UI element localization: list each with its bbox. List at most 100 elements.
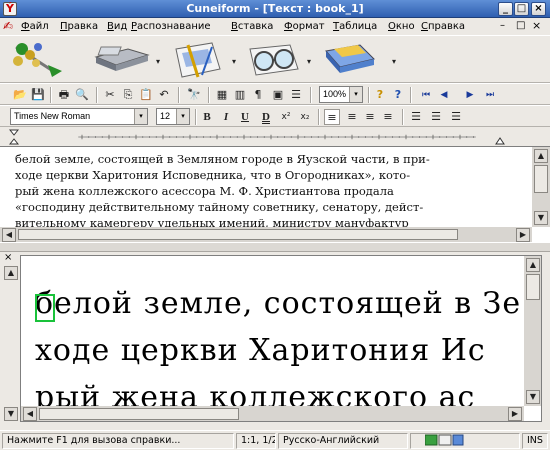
menu-file[interactable]: Файл [21, 20, 49, 33]
image-horizontal-thumb[interactable] [39, 408, 239, 420]
image-scroll-down-icon[interactable]: ▼ [526, 390, 540, 404]
recognition-toolbar: ▾ ▾ ▾ ▾ [0, 35, 550, 83]
export-dropdown-icon[interactable]: ▾ [392, 57, 396, 66]
symbol-selection-box[interactable] [35, 294, 55, 322]
font-size-value: 12 [160, 111, 171, 121]
glasses-recognize-icon[interactable] [244, 39, 304, 81]
align-center-icon[interactable]: ≡ [344, 109, 360, 125]
menu-format[interactable]: Формат [284, 20, 325, 33]
help-icon[interactable]: ? [372, 87, 388, 103]
chevron-down-icon[interactable]: ▾ [176, 109, 189, 124]
image-scroll-left-icon[interactable]: ◀ [23, 407, 37, 421]
save-icon[interactable]: 💾 [30, 87, 46, 103]
superscript-button[interactable]: x² [278, 109, 294, 125]
recognize-dropdown-icon[interactable]: ▾ [307, 57, 311, 66]
window-close-button[interactable]: × [531, 2, 546, 16]
image-pane-close-button[interactable]: × [4, 252, 12, 263]
print-preview-icon[interactable]: 🔍 [74, 87, 90, 103]
editor-line: «господину действительному тайному совет… [15, 200, 424, 214]
align-justify-icon[interactable]: ≡ [380, 109, 396, 125]
image-scroll-right-icon[interactable]: ▶ [508, 407, 522, 421]
font-name-select[interactable]: Times New Roman ▾ [10, 108, 148, 125]
window-minimize-button[interactable]: _ [498, 2, 513, 16]
menu-recognition[interactable]: Распознавание [131, 20, 211, 33]
underline-button[interactable]: U [237, 109, 253, 125]
find-icon[interactable]: 🔭 [186, 87, 202, 103]
last-page-icon[interactable]: ⏭ [482, 87, 498, 103]
image-vertical-thumb[interactable] [526, 274, 540, 300]
chevron-down-icon[interactable]: ▾ [134, 109, 147, 124]
menu-view[interactable]: Вид [107, 20, 127, 33]
toolbar-separator [96, 87, 98, 103]
align-left-icon[interactable]: ≡ [324, 109, 340, 125]
list-icon[interactable]: ☰ [408, 109, 424, 125]
frame-icon[interactable]: ▣ [270, 87, 286, 103]
context-help-icon[interactable]: ? [390, 87, 406, 103]
scroll-right-icon[interactable]: ▶ [516, 228, 530, 242]
toolbar-separator [208, 87, 210, 103]
subscript-button[interactable]: x₂ [297, 109, 313, 125]
font-size-select[interactable]: 12 ▾ [156, 108, 190, 125]
ruler[interactable] [0, 127, 550, 146]
print-icon[interactable]: 🖶 [56, 87, 72, 103]
toolbar-separator [50, 87, 52, 103]
window-maximize-button[interactable]: □ [514, 2, 529, 16]
cut-icon[interactable]: ✂ [102, 87, 118, 103]
editor-line: белой земле, состоящей в Земляном городе… [15, 152, 430, 166]
pane-splitter[interactable] [0, 242, 550, 252]
bold-button[interactable]: B [199, 109, 215, 125]
first-page-icon[interactable]: ⏮ [418, 87, 434, 103]
prev-page-icon[interactable]: ◀ [436, 87, 452, 103]
toolbar-separator [318, 109, 320, 125]
open-icon[interactable]: 📂 [12, 87, 28, 103]
copy-icon[interactable]: ⎘ [120, 87, 136, 103]
indent-icon[interactable]: ☰ [428, 109, 444, 125]
image-pane-scroll-up-icon[interactable]: ▲ [4, 266, 18, 280]
menu-insert[interactable]: Вставка [231, 20, 273, 33]
export-icon[interactable] [320, 39, 380, 81]
scroll-down-icon[interactable]: ▼ [534, 211, 548, 225]
left-indent-marker-icon[interactable] [9, 129, 19, 145]
scroll-up-icon[interactable]: ▲ [534, 149, 548, 163]
double-underline-button[interactable]: D [258, 109, 274, 125]
menu-help[interactable]: Справка [421, 20, 465, 33]
scroll-left-icon[interactable]: ◀ [2, 228, 16, 242]
undo-icon[interactable]: ↶ [156, 87, 172, 103]
status-hint: Нажмите F1 для вызова справки... [2, 433, 234, 449]
editor-horizontal-thumb[interactable] [18, 229, 458, 240]
zoom-select[interactable]: 100% ▾ [319, 86, 363, 103]
image-scroll-up-icon[interactable]: ▲ [526, 258, 540, 272]
layout-dropdown-icon[interactable]: ▾ [232, 57, 236, 66]
menu-edit[interactable]: Правка [60, 20, 98, 33]
menu-table[interactable]: Таблица [333, 20, 377, 33]
align-right-icon[interactable]: ≡ [362, 109, 378, 125]
table-grid-icon[interactable]: ▥ [232, 87, 248, 103]
mdi-minimize-button[interactable]: – [500, 20, 505, 31]
image-pane-scroll-down-icon[interactable]: ▼ [4, 407, 18, 421]
editor-vertical-thumb[interactable] [534, 165, 548, 193]
scanner-icon[interactable] [92, 39, 152, 81]
next-page-icon[interactable]: ▶ [462, 87, 478, 103]
mdi-restore-button[interactable]: □ [516, 20, 525, 31]
outdent-icon[interactable]: ☰ [448, 109, 464, 125]
menu-window[interactable]: Окно [388, 20, 415, 33]
toolbar-separator [178, 87, 180, 103]
layout-icon[interactable] [168, 39, 228, 81]
right-indent-marker-icon[interactable] [495, 136, 505, 145]
recognized-text-editor[interactable]: белой земле, состоящей в Земляном городе… [0, 146, 550, 242]
mdi-close-button[interactable]: × [532, 19, 541, 32]
chevron-down-icon[interactable]: ▾ [349, 87, 362, 102]
editor-text[interactable]: белой земле, состоящей в Земляном городе… [15, 151, 430, 231]
pilcrow-icon[interactable]: ¶ [250, 87, 266, 103]
document-icon[interactable]: ✍ [3, 19, 13, 33]
scanned-image-pane[interactable]: белой земле, состоящей в Зе ходе церкви … [20, 255, 542, 422]
table-icon[interactable]: ▦ [214, 87, 230, 103]
scanner-dropdown-icon[interactable]: ▾ [156, 57, 160, 66]
lines-icon[interactable]: ☰ [288, 87, 304, 103]
toolbar-separator [402, 109, 404, 125]
italic-button[interactable]: I [218, 109, 234, 125]
toolbar-separator [310, 87, 312, 103]
status-position: 1:1, 1/2 [236, 433, 276, 449]
scan-wizard-icon[interactable] [8, 39, 68, 81]
paste-icon[interactable]: 📋 [138, 87, 154, 103]
